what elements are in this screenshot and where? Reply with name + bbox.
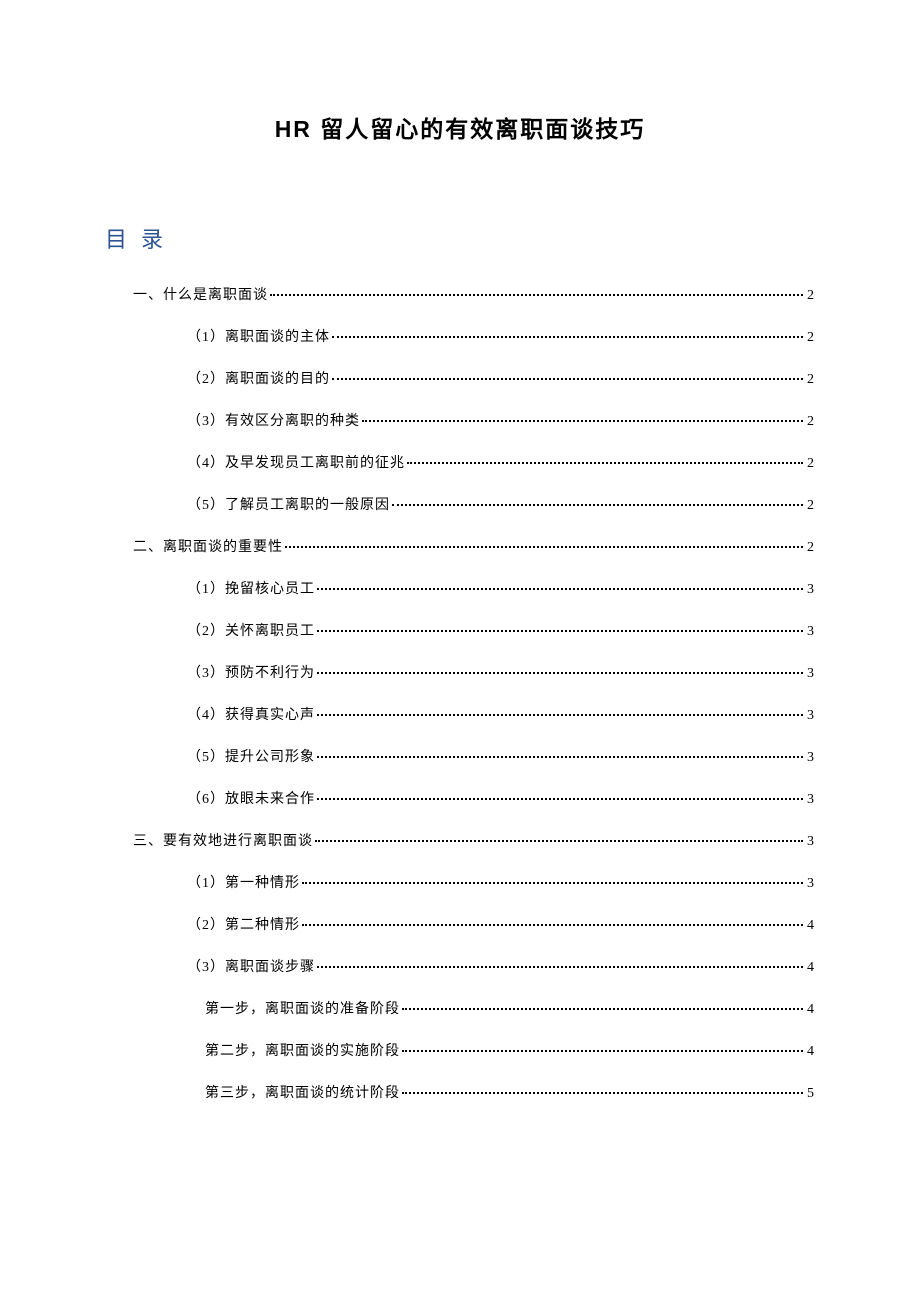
toc-label: 第一步，离职面谈的准备阶段: [205, 998, 400, 1018]
toc-leader-dots: [270, 294, 803, 296]
toc-leader-dots: [317, 756, 803, 758]
toc-entry[interactable]: （1）第一种情形 3: [105, 872, 815, 892]
toc-entry[interactable]: （6）放眼未来合作 3: [105, 788, 815, 808]
toc-label: （2）第二种情形: [187, 914, 300, 934]
toc-entry[interactable]: （3）有效区分离职的种类 2: [105, 410, 815, 430]
toc-entry[interactable]: 第三步，离职面谈的统计阶段 5: [105, 1082, 815, 1102]
toc-entry[interactable]: （2）离职面谈的目的 2: [105, 368, 815, 388]
toc-entry[interactable]: 一、什么是离职面谈 2: [105, 284, 815, 304]
toc-entry[interactable]: （2）第二种情形 4: [105, 914, 815, 934]
toc-leader-dots: [285, 546, 803, 548]
toc-page-number: 4: [805, 1002, 815, 1018]
toc-leader-dots: [317, 672, 803, 674]
toc-page-number: 2: [805, 330, 815, 346]
toc-leader-dots: [407, 462, 803, 464]
toc-label: （1）第一种情形: [187, 872, 300, 892]
toc-leader-dots: [362, 420, 803, 422]
toc-leader-dots: [317, 714, 803, 716]
toc-page-number: 2: [805, 372, 815, 388]
toc-page-number: 3: [805, 582, 815, 598]
toc-entry[interactable]: （1）挽留核心员工 3: [105, 578, 815, 598]
toc-label: 二、离职面谈的重要性: [133, 536, 283, 556]
toc-page-number: 3: [805, 708, 815, 724]
toc-leader-dots: [332, 378, 803, 380]
toc-leader-dots: [392, 504, 803, 506]
toc-entry[interactable]: （3）离职面谈步骤 4: [105, 956, 815, 976]
toc-leader-dots: [317, 798, 803, 800]
toc-page-number: 4: [805, 1044, 815, 1060]
toc-page-number: 3: [805, 624, 815, 640]
toc-entry[interactable]: （1）离职面谈的主体 2: [105, 326, 815, 346]
toc-page-number: 3: [805, 834, 815, 850]
toc-label: （5）提升公司形象: [187, 746, 315, 766]
toc-entry[interactable]: （5）提升公司形象 3: [105, 746, 815, 766]
toc-label: （4）获得真实心声: [187, 704, 315, 724]
toc-label: （2）关怀离职员工: [187, 620, 315, 640]
toc-leader-dots: [302, 924, 803, 926]
toc-page-number: 2: [805, 456, 815, 472]
toc-label: （5）了解员工离职的一般原因: [187, 494, 390, 514]
toc-leader-dots: [402, 1092, 803, 1094]
toc-page-number: 3: [805, 792, 815, 808]
toc-page-number: 2: [805, 540, 815, 556]
toc-entry[interactable]: 三、要有效地进行离职面谈 3: [105, 830, 815, 850]
toc-entry[interactable]: 二、离职面谈的重要性 2: [105, 536, 815, 556]
table-of-contents: 一、什么是离职面谈2（1）离职面谈的主体2（2）离职面谈的目的2（3）有效区分离…: [105, 284, 815, 1102]
toc-leader-dots: [332, 336, 803, 338]
toc-entry[interactable]: 第一步，离职面谈的准备阶段 4: [105, 998, 815, 1018]
toc-entry[interactable]: （5）了解员工离职的一般原因 2: [105, 494, 815, 514]
toc-label: （4）及早发现员工离职前的征兆: [187, 452, 405, 472]
toc-page-number: 2: [805, 414, 815, 430]
toc-page-number: 3: [805, 876, 815, 892]
toc-page-number: 4: [805, 918, 815, 934]
toc-leader-dots: [315, 840, 803, 842]
toc-page-number: 4: [805, 960, 815, 976]
toc-label: （1）挽留核心员工: [187, 578, 315, 598]
toc-leader-dots: [317, 966, 803, 968]
toc-page-number: 2: [805, 498, 815, 514]
toc-label: （1）离职面谈的主体: [187, 326, 330, 346]
toc-leader-dots: [402, 1050, 803, 1052]
toc-entry[interactable]: （4）获得真实心声 3: [105, 704, 815, 724]
toc-label: （3）预防不利行为: [187, 662, 315, 682]
toc-entry[interactable]: 第二步，离职面谈的实施阶段 4: [105, 1040, 815, 1060]
toc-leader-dots: [317, 630, 803, 632]
toc-label: 第二步，离职面谈的实施阶段: [205, 1040, 400, 1060]
toc-label: （2）离职面谈的目的: [187, 368, 330, 388]
toc-leader-dots: [302, 882, 803, 884]
toc-entry[interactable]: （2）关怀离职员工 3: [105, 620, 815, 640]
toc-entry[interactable]: （3）预防不利行为 3: [105, 662, 815, 682]
toc-label: （6）放眼未来合作: [187, 788, 315, 808]
toc-entry[interactable]: （4）及早发现员工离职前的征兆 2: [105, 452, 815, 472]
toc-header: 目录: [105, 222, 815, 254]
toc-label: 一、什么是离职面谈: [133, 284, 268, 304]
document-title: HR 留人留心的有效离职面谈技巧: [105, 110, 815, 144]
toc-page-number: 2: [805, 288, 815, 304]
toc-leader-dots: [402, 1008, 803, 1010]
toc-label: （3）有效区分离职的种类: [187, 410, 360, 430]
toc-page-number: 3: [805, 750, 815, 766]
toc-page-number: 5: [805, 1086, 815, 1102]
toc-label: 三、要有效地进行离职面谈: [133, 830, 313, 850]
toc-label: （3）离职面谈步骤: [187, 956, 315, 976]
toc-label: 第三步，离职面谈的统计阶段: [205, 1082, 400, 1102]
toc-page-number: 3: [805, 666, 815, 682]
toc-leader-dots: [317, 588, 803, 590]
